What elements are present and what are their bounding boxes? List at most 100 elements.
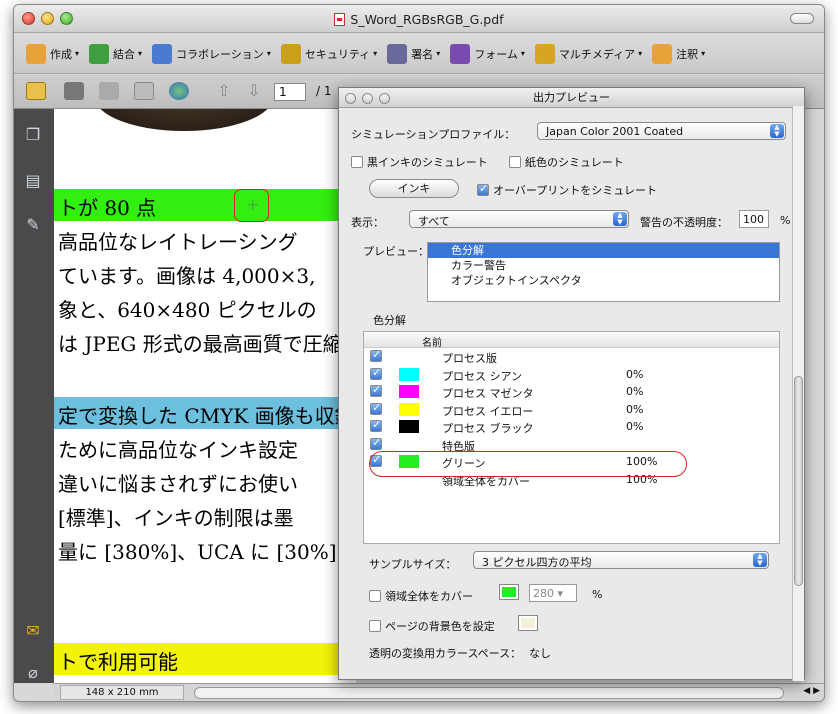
black-ink-option[interactable]: 黒インキのシミュレート [351,154,488,170]
opacity-input[interactable]: 100 [739,210,769,228]
preview-label: プレビュー： [363,245,429,258]
sample-crosshair-marker [234,189,269,222]
toolbar-item[interactable]: 署名 ▾ [387,43,440,64]
pen-icon [387,43,408,64]
email-icon[interactable] [134,82,154,100]
separation-row[interactable]: プロセス マゼンタ 0% [364,383,779,401]
separation-checkbox[interactable] [370,401,382,415]
ink-manager-button[interactable]: インキ [369,179,459,198]
open-folder-icon[interactable] [26,82,46,100]
preview-option-color-warnings[interactable]: カラー警告 [428,258,779,273]
bookmarks-panel-icon[interactable]: ▤ [23,171,43,191]
prev-page-icon[interactable]: ⇧ [214,82,234,100]
separation-row[interactable]: プロセス ブラック 0% [364,418,779,436]
toolbar-item-label: 注釈 [676,47,699,61]
cover-value-combo[interactable]: 280 ▾ [529,584,577,602]
toolbar-item[interactable]: コラボレーション ▾ [152,43,271,64]
doc-line: ために高品位なインキ設定 [58,438,298,462]
doc-line: 量に [380%]、UCA に [30%] [58,540,337,564]
create-icon [26,43,46,64]
separation-coverage: 0% [626,402,644,416]
sim-profile-select[interactable]: Japan Color 2001 Coated ▲ ▼ [537,122,786,140]
panel-minimize-button[interactable] [362,93,373,104]
highlight-annotation-oval [369,451,687,477]
cover-checkbox[interactable] [369,590,381,602]
toolbar-item-label: マルチメディア [558,47,636,61]
transparency-space-value: なし [529,647,551,660]
web-globe-icon[interactable] [169,82,189,100]
save-icon[interactable] [99,82,119,100]
separation-row[interactable]: プロセス イエロー 0% [364,401,779,419]
separation-row[interactable]: プロセス版 [364,348,779,366]
page-size-readout: 148 x 210 mm [60,685,184,700]
toolbar-item[interactable]: マルチメディア ▾ [534,43,642,64]
separation-checkbox[interactable] [370,418,382,432]
preview-option-object-inspector[interactable]: オブジェクトインスペクタ [428,273,779,288]
doc-line: 違いに悩まされずにお使い [58,472,298,496]
doc-line: 高品位なレイトレーシング [58,230,298,254]
separation-checkbox[interactable] [370,348,382,362]
cover-color-swatch[interactable] [499,584,519,600]
toolbar-item[interactable]: 注釈 ▾ [652,43,705,64]
separation-name: プロセス イエロー [442,404,534,418]
print-icon[interactable] [64,82,84,100]
preview-mode-list[interactable]: 色分解 カラー警告 オブジェクトインスペクタ [427,242,780,302]
paper-color-option[interactable]: 紙色のシミュレート [509,154,624,170]
show-value: すべて [418,215,450,228]
cover-option[interactable]: 領域全体をカバー [369,588,473,604]
multimedia-icon [534,43,555,64]
navigation-sidebar: ❐ ▤ ✎ ✉ ⌀ [14,109,54,683]
separation-checkbox[interactable] [370,366,382,380]
sample-size-label: サンプルサイズ： [369,558,457,571]
sample-size-value: 3 ピクセル四方の平均 [482,556,592,569]
task-toolbar: 作成 ▾ 結合 ▾ コラボレーション ▾ セキュリティ ▾ 署名 ▾ フォーム ▾ マルチメディア ▾ 注釈… [14,34,824,74]
overprint-checkbox[interactable] [477,182,489,196]
signatures-panel-icon[interactable]: ✎ [23,215,43,235]
toolbar-item[interactable]: セキュリティ ▾ [280,43,377,64]
scroll-thumb[interactable] [794,376,803,586]
panel-close-button[interactable] [345,93,356,104]
horizontal-scrollbar[interactable] [194,687,784,699]
panel-zoom-button[interactable] [379,93,390,104]
combo-arrow-icon: ▾ [557,587,564,600]
show-select[interactable]: すべて ▲ ▼ [409,210,629,228]
scroll-arrows[interactable]: ◀ ▶ [803,686,820,696]
page-bg-checkbox[interactable] [369,620,381,632]
page-bg-color-swatch[interactable] [518,615,538,631]
toolbar-item[interactable]: 作成 ▾ [26,43,80,64]
dropdown-arrow-icon: ▾ [75,49,80,58]
doc-line: トが 80 点 [58,196,157,220]
toolbar-item-label: フォーム [474,47,518,61]
pages-panel-icon[interactable]: ❐ [23,125,43,145]
toolbar-item-label: 結合 [113,47,136,61]
panel-title-bar: 出力プレビュー [339,88,804,108]
panel-scrollbar[interactable] [792,106,804,681]
separation-name: プロセス版 [442,352,497,365]
page-number-input[interactable]: 1 [274,83,306,101]
attachments-panel-icon[interactable]: ⌀ [23,663,43,683]
next-page-icon[interactable]: ⇩ [244,82,264,100]
toolbar-item[interactable]: 結合 ▾ [89,43,142,64]
cover-label: 領域全体をカバー [385,590,473,603]
overprint-option[interactable]: オーバープリントをシミュレート [477,182,657,198]
comments-panel-icon[interactable]: ✉ [23,621,43,641]
separation-row[interactable]: プロセス シアン 0% [364,366,779,384]
page-bg-option[interactable]: ページの背景色を設定 [369,618,495,634]
toolbar-item-label: コラボレーション [176,47,264,61]
paper-color-checkbox[interactable] [509,156,521,168]
doc-line: 象と、640×480 ピクセルの [58,298,317,322]
doc-line: トで利用可能 [58,650,178,674]
combine-icon [89,43,110,64]
separation-color-swatch [399,367,419,381]
sample-size-select[interactable]: 3 ピクセル四方の平均 ▲ ▼ [473,551,769,569]
column-header-name: 名前 [422,338,442,349]
preview-option-separations[interactable]: 色分解 [428,243,779,258]
show-label: 表示： [351,216,384,229]
cover-color-fill [502,587,516,597]
separation-checkbox[interactable] [370,383,382,397]
separation-checkbox[interactable] [370,436,382,450]
toolbar-item[interactable]: フォーム ▾ [450,43,525,64]
separations-table-header: 名前 [364,332,779,349]
toolbar-toggle-button[interactable] [790,13,814,24]
black-ink-checkbox[interactable] [351,156,363,168]
